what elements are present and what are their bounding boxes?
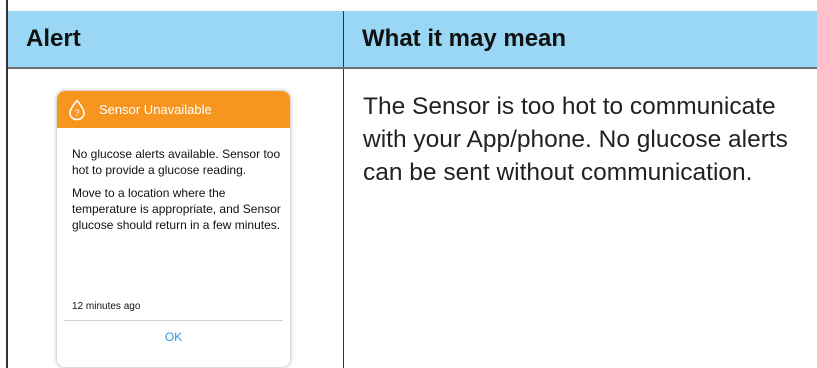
header-bottom-rule: [8, 67, 817, 69]
column-divider: [343, 69, 344, 368]
table-header-row: Alert What it may mean: [8, 11, 817, 67]
alert-table: Alert What it may mean ? Sensor Unavaila…: [8, 11, 817, 368]
ok-button[interactable]: OK: [57, 321, 290, 353]
sensor-drop-question-icon: ?: [69, 99, 85, 121]
svg-text:?: ?: [74, 108, 79, 118]
dialog-timestamp: 12 minutes ago: [72, 301, 141, 312]
document-page: Alert What it may mean ? Sensor Unavaila…: [0, 0, 817, 368]
sensor-unavailable-alert-dialog: ? Sensor Unavailable No glucose alerts a…: [57, 91, 290, 367]
meaning-text: The Sensor is too hot to communicate wit…: [363, 93, 788, 186]
header-alert: Alert: [26, 25, 81, 52]
dialog-paragraph: No glucose alerts available. Sensor too …: [72, 147, 281, 177]
dialog-title: Sensor Unavailable: [99, 102, 212, 117]
header-divider: [343, 11, 344, 67]
dialog-paragraph: Move to a location where the temperature…: [72, 186, 281, 232]
dialog-message: No glucose alerts available. Sensor too …: [72, 146, 282, 240]
dialog-header: ? Sensor Unavailable: [57, 91, 290, 128]
header-meaning: What it may mean: [362, 25, 567, 52]
